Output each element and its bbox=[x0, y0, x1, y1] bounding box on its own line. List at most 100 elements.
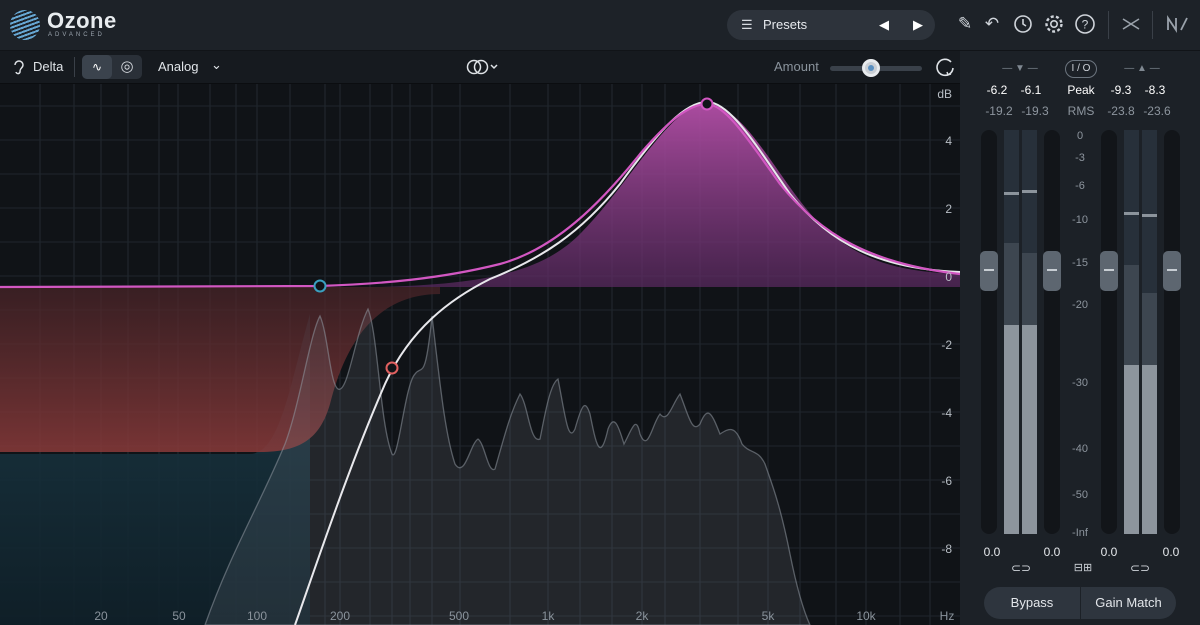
output-gain-right-value[interactable]: 0.0 bbox=[1154, 545, 1188, 559]
input-peak-right: -6.1 bbox=[1020, 83, 1042, 97]
module-toolbar: Delta ∿ ◎ Analog ⌄ Amount bbox=[0, 51, 960, 84]
input-gain-slider-right[interactable] bbox=[1043, 130, 1061, 534]
routing-icon[interactable] bbox=[1120, 13, 1142, 35]
separator bbox=[1108, 11, 1109, 39]
output-gain-knob-right[interactable] bbox=[1163, 251, 1181, 291]
output-peak-left: -9.3 bbox=[1110, 83, 1132, 97]
app-name: Ozone bbox=[47, 8, 117, 33]
frequency-tick-label: 10k bbox=[856, 609, 876, 623]
output-meter-header-icon: — ▲ — bbox=[1124, 63, 1160, 74]
meter-scale-label: -10 bbox=[1072, 214, 1088, 226]
frequency-tick-label: 500 bbox=[448, 609, 470, 623]
meter-scale-label: -3 bbox=[1075, 152, 1085, 164]
list-icon: ☰ bbox=[741, 17, 753, 32]
meter-scale-label: -15 bbox=[1072, 257, 1088, 269]
chevron-down-icon[interactable]: ⌄ bbox=[211, 57, 222, 73]
output-gain-slider-right[interactable] bbox=[1163, 130, 1181, 534]
delta-label[interactable]: Delta bbox=[33, 59, 63, 74]
input-rms-left: -19.2 bbox=[985, 104, 1013, 118]
undo-icon[interactable]: ↶ bbox=[981, 13, 1003, 35]
help-icon[interactable]: ? bbox=[1074, 13, 1096, 35]
frequency-tick-label: 200 bbox=[329, 609, 351, 623]
band-node-magenta[interactable] bbox=[700, 97, 714, 111]
input-link-icon[interactable]: ⊂⊃ bbox=[1010, 561, 1032, 575]
separator bbox=[1152, 11, 1153, 39]
db-tick-label: 0 bbox=[945, 270, 952, 284]
ozone-logo: Ozone ADVANCED bbox=[10, 8, 120, 42]
amount-slider-thumb[interactable] bbox=[862, 59, 881, 77]
db-tick-label: 4 bbox=[945, 134, 952, 148]
amount-label: Amount bbox=[774, 59, 819, 74]
offset-link-icon[interactable]: ⊟⊞ bbox=[1067, 561, 1099, 574]
db-tick-label: -4 bbox=[941, 406, 952, 420]
stereo-mode-icon[interactable] bbox=[466, 58, 500, 79]
gear-icon[interactable] bbox=[1043, 13, 1065, 35]
bell-band-fill bbox=[380, 104, 960, 287]
eq-graph[interactable] bbox=[0, 84, 960, 625]
meter-scale-label: -40 bbox=[1072, 443, 1088, 455]
pencil-icon[interactable]: ✎ bbox=[954, 13, 976, 35]
meter-scale-label: -6 bbox=[1075, 180, 1085, 192]
input-gain-left-value[interactable]: 0.0 bbox=[975, 545, 1009, 559]
output-rms-right: -23.6 bbox=[1143, 104, 1171, 118]
output-link-icon[interactable]: ⊂⊃ bbox=[1129, 561, 1151, 575]
eq-display[interactable]: dB 4 2 0 -2 -4 -6 -8 20 50 100 200 500 1k 2k 5k 10k Hz bbox=[0, 84, 960, 625]
hz-unit-label: Hz bbox=[939, 609, 955, 623]
top-bar: Ozone ADVANCED ☰ Presets ◀ ▶ ✎ ↶ ? bbox=[0, 0, 1200, 51]
band-node-red[interactable] bbox=[385, 361, 399, 375]
db-tick-label: -2 bbox=[941, 338, 952, 352]
output-rms-left: -23.8 bbox=[1107, 104, 1135, 118]
app-edition: ADVANCED bbox=[48, 32, 105, 38]
output-gain-left-value[interactable]: 0.0 bbox=[1092, 545, 1126, 559]
ni-logo-icon bbox=[1164, 13, 1192, 35]
output-level-bar-right bbox=[1142, 130, 1157, 534]
db-tick-label: 2 bbox=[945, 202, 952, 216]
meter-scale-label: -30 bbox=[1072, 377, 1088, 389]
next-preset-button[interactable]: ▶ bbox=[913, 17, 923, 33]
input-meter-header-icon: — ▼ — bbox=[1002, 63, 1038, 74]
frequency-tick-label: 2k bbox=[635, 609, 649, 623]
db-tick-label: -6 bbox=[941, 474, 952, 488]
separator bbox=[74, 57, 75, 77]
input-level-bar-right bbox=[1022, 130, 1037, 534]
frequency-tick-label: 20 bbox=[94, 609, 108, 623]
input-gain-slider-left[interactable] bbox=[980, 130, 998, 534]
frequency-tick-label: 100 bbox=[246, 609, 268, 623]
bypass-button[interactable]: Bypass bbox=[984, 587, 1080, 619]
svg-text:?: ? bbox=[1082, 18, 1089, 32]
curve-mode-icon[interactable]: ∿ bbox=[82, 55, 112, 79]
history-icon[interactable] bbox=[1012, 13, 1034, 35]
output-gain-knob-left[interactable] bbox=[1100, 251, 1118, 291]
frequency-tick-label: 50 bbox=[172, 609, 186, 623]
ear-icon[interactable] bbox=[12, 59, 26, 78]
gain-match-button[interactable]: Gain Match bbox=[1081, 587, 1176, 619]
db-unit-label: dB bbox=[937, 87, 952, 101]
input-rms-right: -19.3 bbox=[1021, 104, 1049, 118]
db-tick-label: -8 bbox=[941, 542, 952, 556]
rms-label: RMS bbox=[1067, 104, 1095, 118]
peak-label: Peak bbox=[1067, 83, 1095, 97]
output-peak-right: -8.3 bbox=[1144, 83, 1166, 97]
output-gain-slider-left[interactable] bbox=[1100, 130, 1118, 534]
meter-scale-label: -50 bbox=[1072, 489, 1088, 501]
input-gain-knob-left[interactable] bbox=[980, 251, 998, 291]
frequency-tick-label: 5k bbox=[761, 609, 775, 623]
display-mode-toggle[interactable]: ∿ ◎ bbox=[82, 55, 142, 79]
meter-scale-label: -Inf bbox=[1072, 527, 1088, 539]
globe-icon[interactable]: ◎ bbox=[112, 55, 142, 79]
output-level-bar-left bbox=[1124, 130, 1139, 534]
input-gain-right-value[interactable]: 0.0 bbox=[1035, 545, 1069, 559]
io-meter-panel: — ▼ — I / O — ▲ — -6.2 -6.1 Peak -9.3 -8… bbox=[960, 51, 1200, 625]
reset-icon[interactable] bbox=[934, 56, 956, 81]
input-peak-left: -6.2 bbox=[986, 83, 1008, 97]
frequency-tick-label: 1k bbox=[541, 609, 555, 623]
band-node-teal[interactable] bbox=[313, 279, 327, 293]
meter-scale-label: 0 bbox=[1076, 130, 1084, 142]
presets-label[interactable]: Presets bbox=[763, 17, 807, 32]
presets-bar[interactable]: ☰ Presets ◀ ▶ bbox=[727, 10, 935, 40]
input-gain-knob-right[interactable] bbox=[1043, 251, 1061, 291]
io-toggle[interactable]: I / O bbox=[1065, 60, 1097, 78]
meter-scale-label: -20 bbox=[1072, 299, 1088, 311]
prev-preset-button[interactable]: ◀ bbox=[879, 17, 889, 33]
mode-dropdown[interactable]: Analog bbox=[158, 59, 198, 74]
